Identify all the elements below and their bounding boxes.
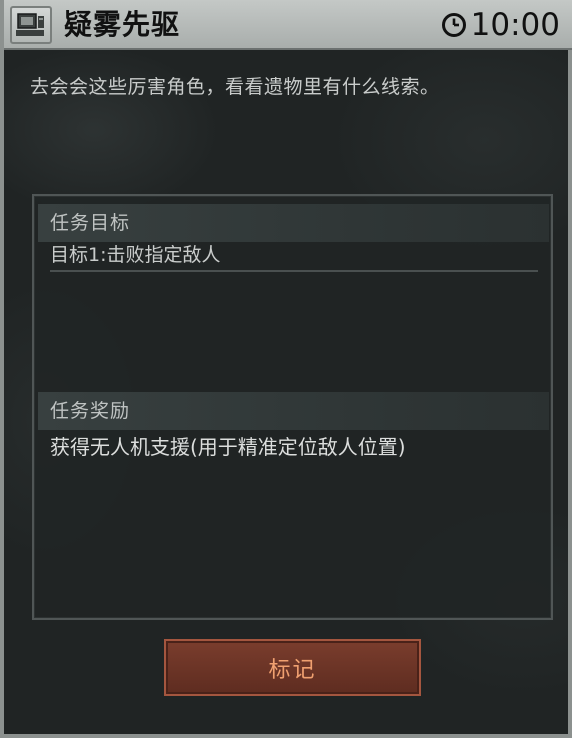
window-title: 疑雾先驱 [64,8,181,41]
rewards-header: 任务奖励 [38,392,549,430]
objectives-header: 任务目标 [38,204,549,242]
clock-icon [441,13,466,37]
mark-button[interactable]: 标记 [164,639,421,696]
quest-description: 去会会这些厉害角色，看看遗物里有什么线索。 [30,76,440,98]
timer-value: 10:00 [470,7,560,43]
objective-item: 目标1:击败指定敌人 [50,242,538,272]
quest-details-panel: 任务目标 目标1:击败指定敌人 任务奖励 获得无人机支援(用于精准定位敌人位置) [32,194,553,620]
quest-window: 疑雾先驱 10:00 去会会这些厉害角色，看看遗物里有什么线索。 任务目标 目标… [0,0,572,738]
reward-description: 获得无人机支援(用于精准定位敌人位置) [50,435,406,459]
title-bar: 疑雾先驱 10:00 [4,0,572,50]
countdown-timer: 10:00 [441,6,560,44]
computer-terminal-icon [10,6,52,44]
